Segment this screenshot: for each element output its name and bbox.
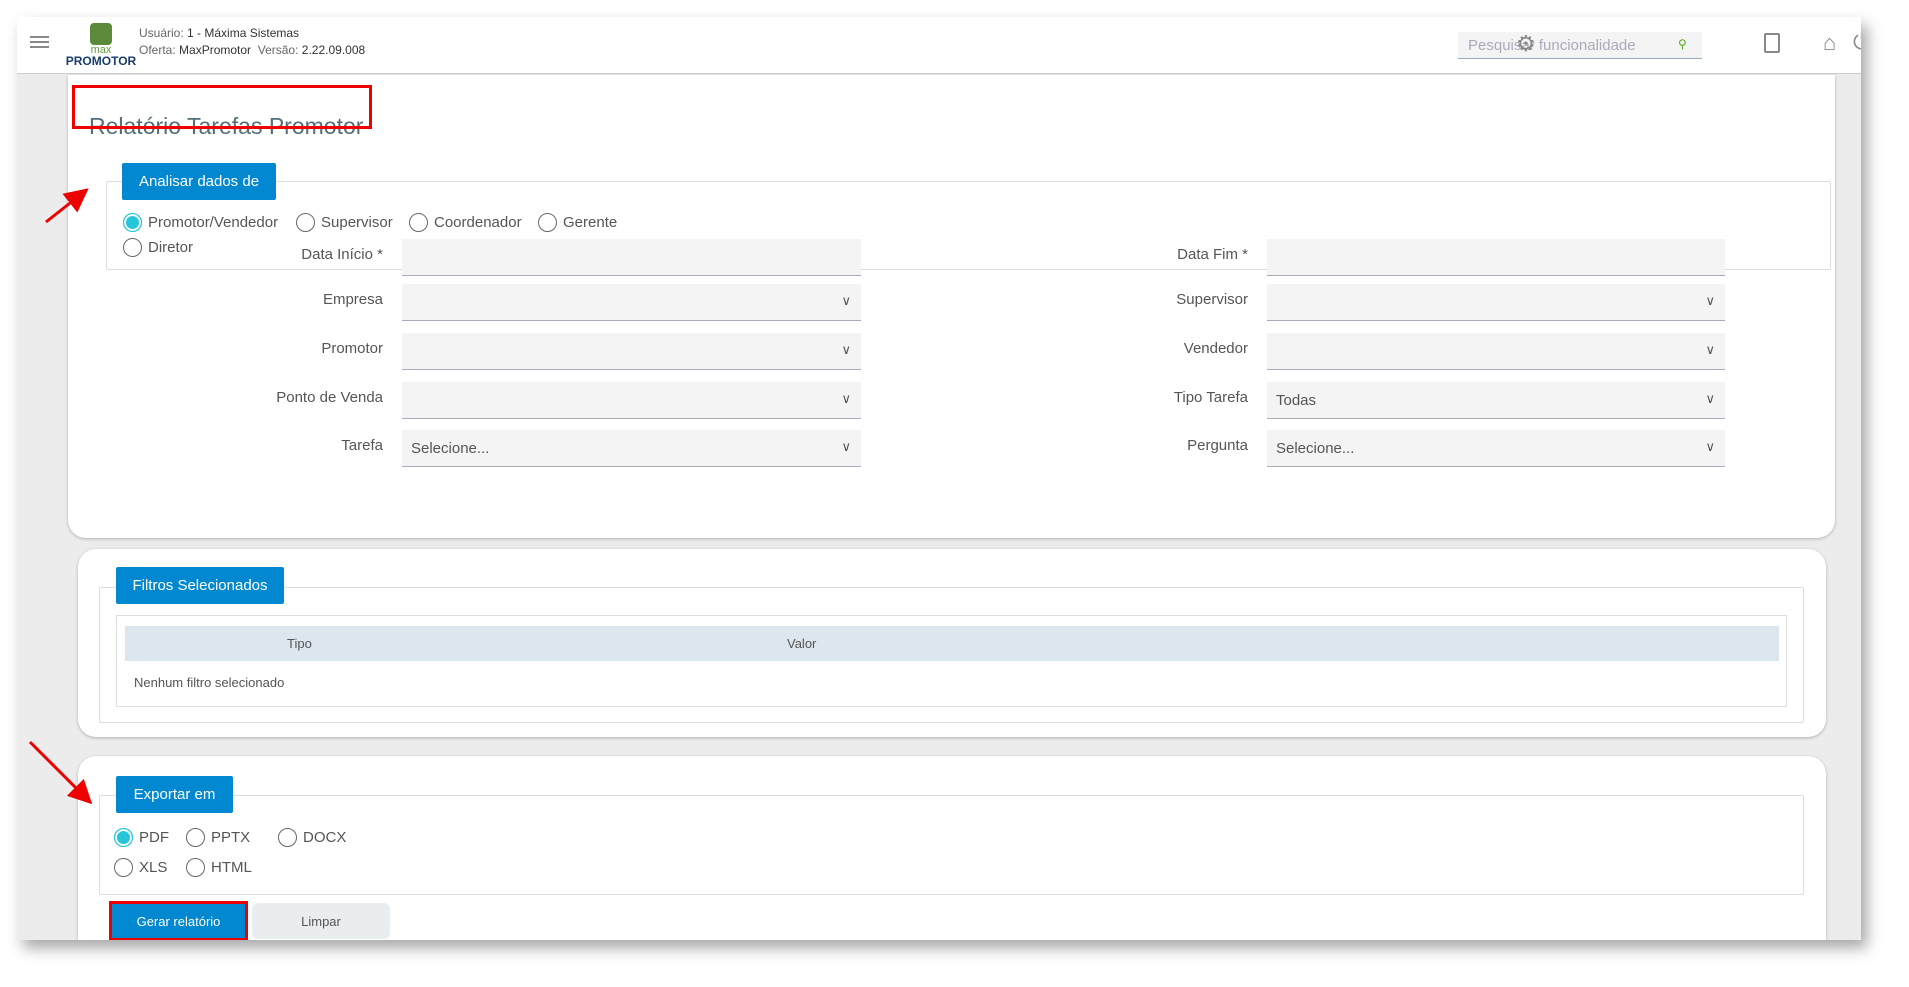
arrow-annotation — [28, 740, 93, 805]
arrow-annotation — [45, 188, 89, 224]
annotation-arrows — [28, 188, 93, 805]
